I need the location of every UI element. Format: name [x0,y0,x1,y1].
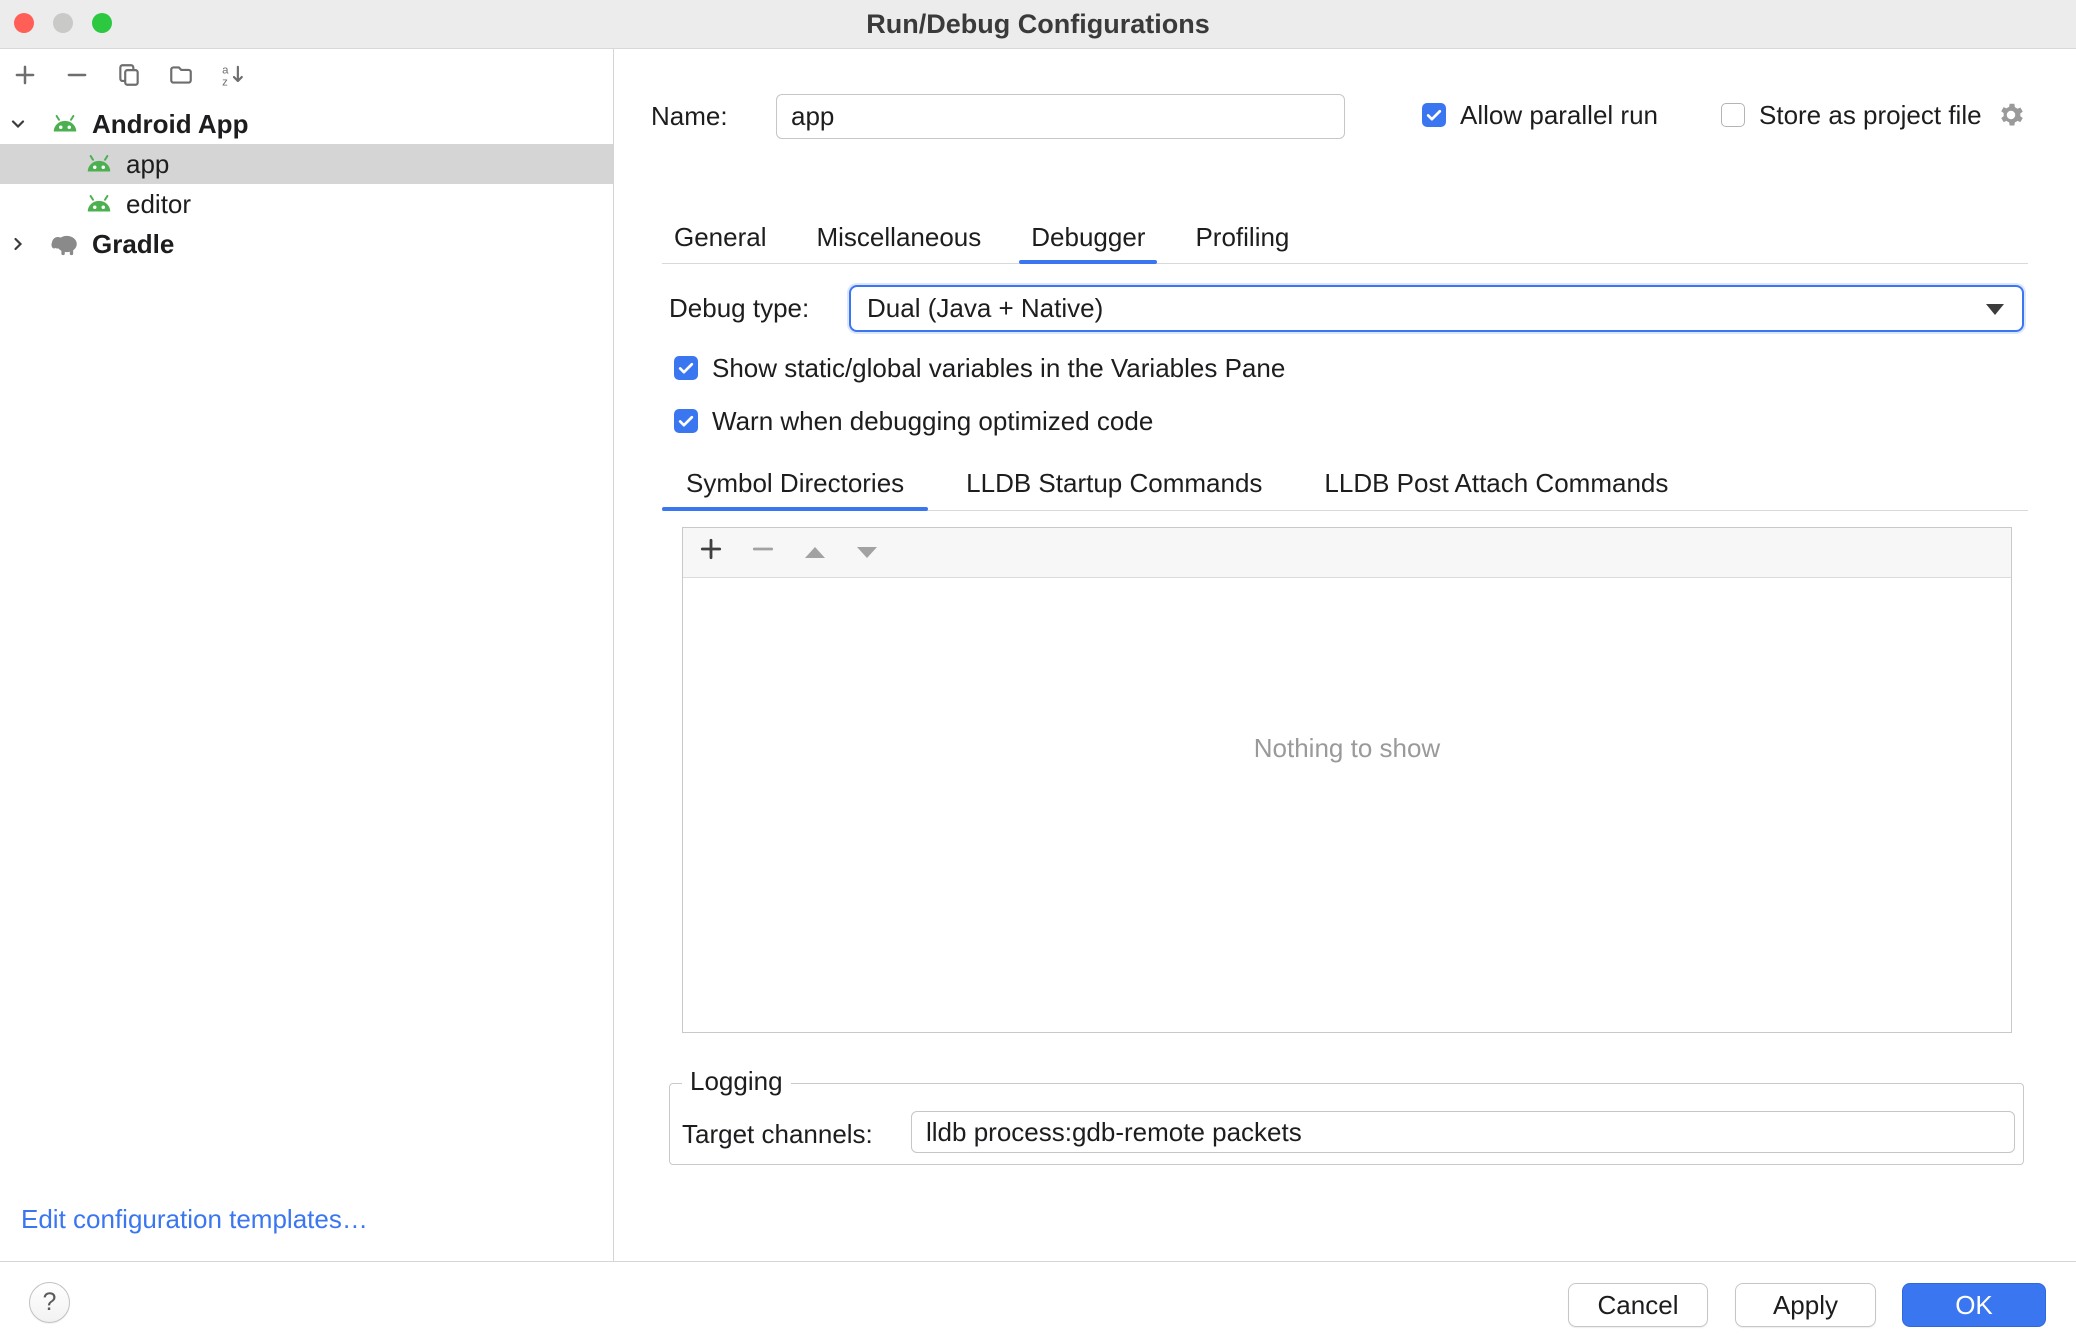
move-up-button[interactable] [800,538,830,568]
android-icon [80,194,118,214]
close-window-button[interactable] [14,13,34,33]
cancel-button[interactable]: Cancel [1568,1283,1708,1327]
minimize-window-button[interactable] [53,13,73,33]
allow-parallel-run-label: Allow parallel run [1460,98,1658,132]
name-input[interactable] [776,94,1345,139]
tree-item-editor[interactable]: editor [0,184,613,224]
debug-type-value: Dual (Java + Native) [867,293,1103,324]
store-as-project-file-row: Store as project file [1721,98,2026,132]
new-folder-button[interactable] [164,60,198,96]
target-channels-label: Target channels: [682,1117,873,1151]
folder-icon [168,62,194,95]
debug-type-label: Debug type: [669,291,809,325]
sort-configurations-button[interactable]: a z [216,60,250,96]
empty-state-text: Nothing to show [683,578,2011,764]
tree-item-label: Gradle [92,229,174,260]
triangle-up-icon [805,547,825,558]
remove-symbol-directory-button[interactable] [748,538,778,568]
svg-text:z: z [222,76,228,88]
tree-item-label: editor [126,189,191,220]
zoom-window-button[interactable] [92,13,112,33]
sidebar: a z [0,49,614,1261]
remove-configuration-button[interactable] [60,60,94,96]
minus-icon [750,536,776,569]
tree-item-label: Android App [92,109,248,140]
chevron-down-icon[interactable] [0,114,36,134]
move-down-button[interactable] [852,538,882,568]
dialog-footer: ? Cancel Apply OK [0,1261,2076,1342]
logging-group: Logging Target channels: [669,1083,2024,1165]
help-button[interactable]: ? [29,1282,70,1323]
configurations-tree: Android App app [0,104,613,264]
window-title: Run/Debug Configurations [866,9,1209,40]
tree-item-android-app[interactable]: Android App [0,104,613,144]
tab-general[interactable]: General [662,212,779,263]
chevron-right-icon[interactable] [0,234,36,254]
android-icon [80,154,118,174]
minus-icon [64,62,90,95]
plus-icon [12,62,38,95]
debug-type-select[interactable]: Dual (Java + Native) [849,285,2024,332]
settings-gear-icon[interactable] [1996,100,2026,130]
tree-item-gradle[interactable]: Gradle [0,224,613,264]
tree-item-label: app [126,149,169,180]
config-tabs: General Miscellaneous Debugger Profiling [662,212,2028,264]
sidebar-toolbar: a z [8,60,250,96]
ok-button[interactable]: OK [1902,1283,2046,1327]
warn-optimized-row: Warn when debugging optimized code [674,404,1153,438]
triangle-down-icon [857,547,877,558]
edit-configuration-templates-link[interactable]: Edit configuration templates… [21,1202,368,1236]
chevron-down-icon [1986,304,2004,315]
target-channels-input[interactable] [911,1111,2015,1153]
gradle-elephant-icon [46,232,84,256]
tree-item-app[interactable]: app [0,144,613,184]
add-configuration-button[interactable] [8,60,42,96]
store-as-project-file-checkbox[interactable] [1721,103,1745,127]
show-static-variables-row: Show static/global variables in the Vari… [674,351,1285,385]
copy-configuration-button[interactable] [112,60,146,96]
warn-optimized-checkbox[interactable] [674,409,698,433]
allow-parallel-run-checkbox[interactable] [1422,103,1446,127]
add-symbol-directory-button[interactable] [696,538,726,568]
svg-text:a: a [222,64,229,76]
show-static-variables-label: Show static/global variables in the Vari… [712,351,1285,385]
symbol-directories-toolbar [683,528,2011,578]
logging-legend: Logging [682,1066,791,1097]
tab-miscellaneous[interactable]: Miscellaneous [805,212,994,263]
apply-button[interactable]: Apply [1735,1283,1876,1327]
allow-parallel-run-row: Allow parallel run [1422,98,1658,132]
run-debug-configurations-dialog: Run/Debug Configurations [0,0,2076,1342]
copy-icon [116,62,142,95]
show-static-variables-checkbox[interactable] [674,356,698,380]
sort-az-icon: a z [220,62,246,95]
window-titlebar: Run/Debug Configurations [0,0,2076,49]
android-icon [46,114,84,134]
store-as-project-file-label: Store as project file [1759,98,1982,132]
tab-profiling[interactable]: Profiling [1183,212,1301,263]
tab-debugger[interactable]: Debugger [1019,212,1157,263]
subtab-lldb-startup-commands[interactable]: LLDB Startup Commands [942,457,1286,510]
symbol-directories-panel: Nothing to show [682,527,2012,1033]
plus-icon [698,536,724,569]
name-label: Name: [651,99,728,133]
subtab-symbol-directories[interactable]: Symbol Directories [662,457,928,510]
subtab-lldb-post-attach-commands[interactable]: LLDB Post Attach Commands [1300,457,1692,510]
warn-optimized-label: Warn when debugging optimized code [712,404,1153,438]
lldb-subtabs: Symbol Directories LLDB Startup Commands… [662,457,2028,511]
